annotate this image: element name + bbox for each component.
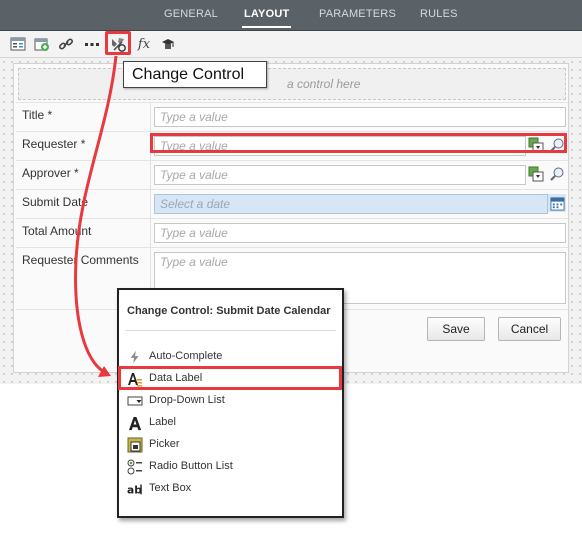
popup-divider [125, 330, 336, 331]
change-control-tooltip: Change Control [123, 61, 267, 88]
total-amount-label: Total Amount [22, 224, 92, 238]
cancel-button[interactable]: Cancel [498, 317, 561, 341]
submit-date-label: Submit Date [22, 195, 89, 209]
approver-field[interactable]: Type a value [154, 165, 526, 185]
submit-date-highlight [150, 133, 567, 153]
certificate-icon[interactable] [158, 34, 178, 54]
menu-item-label: Text Box [149, 482, 192, 494]
toolbar: fx [0, 31, 582, 58]
expression-icon[interactable]: fx [134, 34, 154, 54]
title-label: Title * [22, 108, 53, 122]
menu-item-picker[interactable]: Picker [127, 436, 332, 454]
picker-icon [127, 437, 143, 453]
link-icon[interactable] [56, 34, 76, 54]
save-button[interactable]: Save [427, 317, 485, 341]
more-icon[interactable] [82, 34, 102, 54]
change-control-highlight [105, 31, 131, 55]
popup-title: Change Control: Submit Date Calendar [127, 305, 331, 317]
form-row-total-amount: Total Amount Type a value [16, 218, 568, 248]
form-row-approver: Approver * Type a value [16, 160, 568, 190]
lightning-icon [127, 349, 143, 365]
submit-date-field[interactable]: Select a date [154, 194, 548, 214]
menu-item-text-box[interactable]: ab Text Box [127, 480, 332, 498]
total-amount-cell: Type a value [150, 219, 566, 248]
menu-item-label: Drop-Down List [149, 394, 225, 406]
data-label-highlight [118, 366, 342, 390]
title-cell: Type a value [150, 103, 566, 132]
total-amount-field[interactable]: Type a value [154, 223, 566, 243]
menu-item-radio-button-list[interactable]: Radio Button List [127, 458, 332, 476]
calendar-icon[interactable] [548, 194, 566, 212]
form-row-title: Title * Type a value [16, 102, 568, 132]
svg-text:ab: ab [127, 483, 142, 496]
menu-item-label: Picker [149, 438, 180, 450]
title-field[interactable]: Type a value [154, 107, 566, 127]
submit-date-cell: Select a date [150, 190, 566, 219]
tab-parameters[interactable]: PARAMETERS [319, 0, 396, 30]
tab-rules[interactable]: RULES [420, 0, 458, 30]
drop-zone[interactable]: a control here [18, 68, 566, 100]
tab-layout[interactable]: LAYOUT [241, 0, 292, 30]
menu-item-label: Radio Button List [149, 460, 233, 472]
tab-general[interactable]: GENERAL [164, 0, 218, 30]
menu-item-auto-complete[interactable]: Auto-Complete [127, 348, 332, 366]
top-tab-bar: GENERAL LAYOUT PARAMETERS RULES [0, 0, 582, 31]
add-edit-icon[interactable] [32, 34, 52, 54]
menu-item-label: Label [149, 416, 176, 428]
form-row-submit-date: Submit Date Select a date [16, 189, 568, 219]
search-icon[interactable] [548, 165, 566, 183]
dropdown-picker-icon[interactable] [527, 165, 545, 183]
text-box-icon: ab [127, 481, 143, 497]
approver-label: Approver * [22, 166, 79, 180]
change-control-popup: Change Control: Submit Date Calendar Aut… [117, 288, 344, 518]
menu-item-label: Auto-Complete [149, 350, 223, 362]
approver-cell: Type a value [150, 161, 566, 190]
menu-item-label-control[interactable]: Label [127, 414, 332, 432]
label-icon [127, 415, 143, 431]
dropdown-icon [127, 393, 143, 409]
requester-comments-label: Requester Comments [22, 253, 139, 267]
radio-list-icon [127, 459, 143, 475]
properties-icon[interactable] [8, 34, 28, 54]
requester-label: Requester * [22, 137, 86, 151]
menu-item-drop-down-list[interactable]: Drop-Down List [127, 392, 332, 410]
